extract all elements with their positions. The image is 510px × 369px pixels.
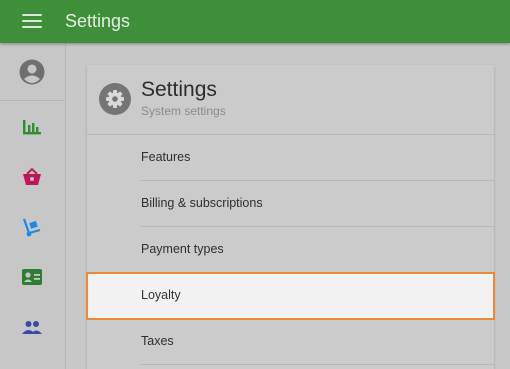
menu-item-label: Loyalty <box>141 288 181 302</box>
menu-icon[interactable] <box>22 14 42 30</box>
hand-truck-icon[interactable] <box>20 216 44 238</box>
bar-chart-icon[interactable] <box>20 116 44 138</box>
menu-item-label: Taxes <box>141 334 174 348</box>
menu-item-loyalty[interactable]: Loyalty <box>86 272 495 320</box>
top-app-bar: Settings <box>0 0 510 43</box>
card-header: Settings System settings <box>87 65 494 135</box>
menu-item-label: Payment types <box>141 242 224 256</box>
menu-item-payment-types[interactable]: Payment types <box>87 227 494 273</box>
menu-item-billing[interactable]: Billing & subscriptions <box>87 181 494 227</box>
menu-item-label: Features <box>141 150 191 164</box>
people-icon[interactable] <box>20 316 44 338</box>
settings-card: Settings System settings Features Billin… <box>86 65 495 369</box>
menu-item-label: Billing & subscriptions <box>141 196 263 210</box>
menu-item-taxes[interactable]: Taxes <box>87 319 494 365</box>
sidebar <box>0 43 66 369</box>
app-title: Settings <box>65 11 131 31</box>
card-subtitle: System settings <box>141 104 226 118</box>
sidebar-account-section <box>0 43 65 101</box>
gear-icon <box>106 90 124 108</box>
divider <box>141 364 494 365</box>
basket-icon[interactable] <box>20 166 44 188</box>
account-icon[interactable] <box>19 59 45 85</box>
contact-card-icon[interactable] <box>20 266 44 288</box>
settings-avatar <box>99 83 131 115</box>
menu-item-features[interactable]: Features <box>87 135 494 181</box>
card-title: Settings <box>141 78 217 101</box>
